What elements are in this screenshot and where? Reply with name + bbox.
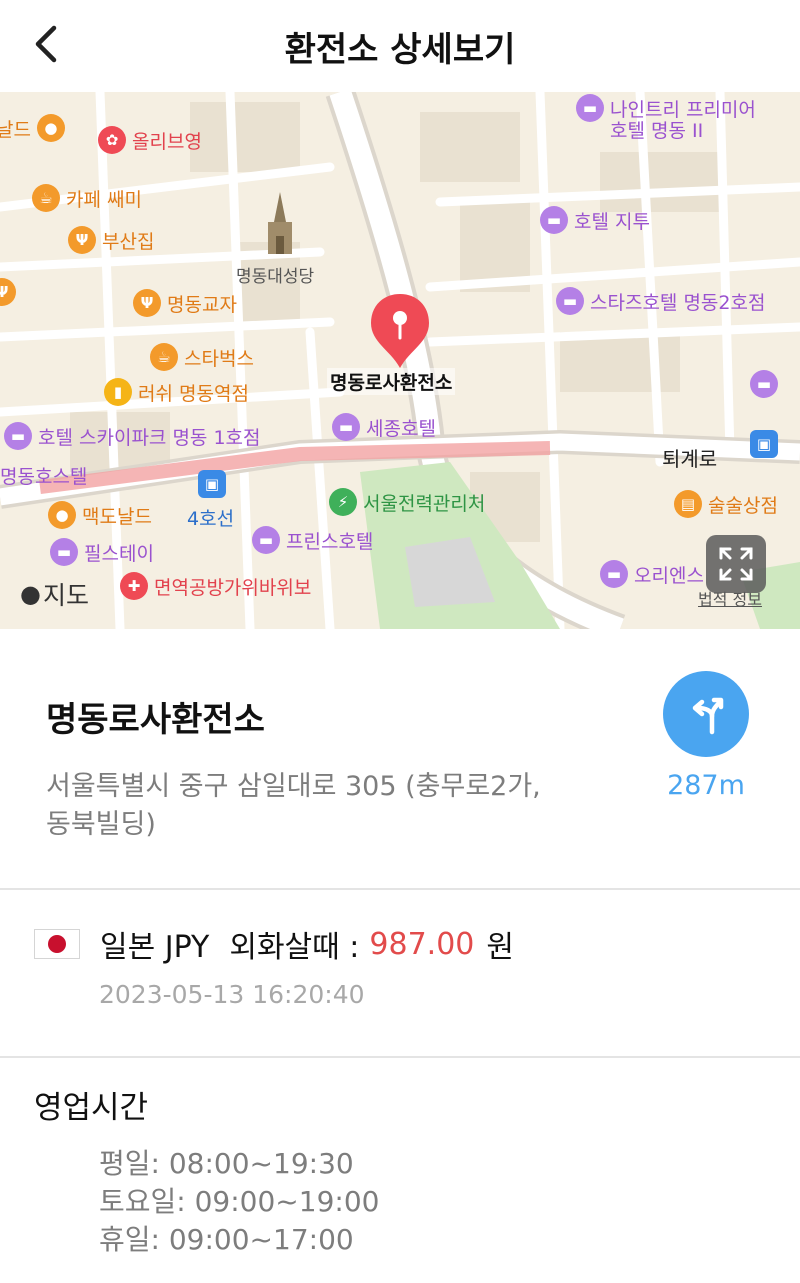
restaurant-icon: Ψ xyxy=(133,289,161,317)
poi-stars-hotel[interactable]: ▬ 스타즈호텔 명동2호점 xyxy=(556,287,765,315)
subway-line4-label: 4호선 xyxy=(187,508,235,530)
poi-ninetree-2: 호텔 명동 II xyxy=(610,120,704,142)
currency-name: 일본 JPY xyxy=(100,930,210,965)
bed-icon: ▬ xyxy=(50,538,78,566)
poi-rush[interactable]: ▮ 러쉬 명동역점 xyxy=(104,378,249,406)
bed-icon: ▬ xyxy=(600,560,628,588)
japan-flag-icon xyxy=(34,929,80,959)
apple-maps-attribution: ● 지도 xyxy=(20,580,89,610)
poi-busanjip[interactable]: Ψ 부산집 xyxy=(68,226,154,254)
subway-icon: ▣ xyxy=(198,470,226,498)
bed-icon: ▬ xyxy=(4,422,32,450)
poi-myeongdong-hostel[interactable]: 명동호스텔 xyxy=(0,462,87,489)
expand-icon xyxy=(719,547,753,581)
poi-pilstay[interactable]: ▬ 필스테이 xyxy=(50,538,154,566)
shopping-bag-icon: ▮ xyxy=(104,378,132,406)
bed-icon: ▬ xyxy=(576,94,604,122)
poi-cafe-ssami[interactable]: ☕ 카페 쌔미 xyxy=(32,184,142,212)
expand-map-button[interactable] xyxy=(706,535,766,593)
exchange-address: 서울특별시 중구 삼일대로 305 (충무로2가, 동북빌딩) xyxy=(46,771,541,840)
poi-hotel-skypark[interactable]: ▬ 호텔 스카이파크 명동 1호점 xyxy=(4,422,261,450)
bed-icon: ▬ xyxy=(556,287,584,315)
shopping-icon: ▤ xyxy=(674,490,702,518)
coffee-icon: ☕ xyxy=(150,343,178,371)
poi-clinic[interactable]: ✚ 면역공방가위바위보 xyxy=(120,572,311,600)
rate-timestamp: 2023-05-13 16:20:40 xyxy=(99,980,365,1009)
exchange-name: 명동로사환전소 xyxy=(46,700,265,740)
poi-sejong-hotel[interactable]: ▬ 세종호텔 xyxy=(332,413,436,441)
location-pin-icon[interactable] xyxy=(368,292,432,370)
poi-orient[interactable]: ▬ 오리엔스 xyxy=(600,560,704,588)
poi-seoul-power[interactable]: ⚡ 서울전력관리처 xyxy=(329,488,485,516)
poi-sulsul[interactable]: ▤ 술술상점 xyxy=(674,490,778,518)
bed-icon: ▬ xyxy=(252,526,280,554)
rate-unit: 원 xyxy=(486,930,514,965)
rate-value: 987.00 xyxy=(369,926,475,962)
bed-icon: ▬ xyxy=(540,206,568,234)
restaurant-icon: Ψ xyxy=(0,278,16,306)
shopping-icon: ✿ xyxy=(98,126,126,154)
subway-station-toegyero[interactable]: ▣ xyxy=(750,430,784,458)
distance-label: 287m xyxy=(667,770,745,801)
restaurant-icon: ● xyxy=(36,114,65,142)
poi-olive-young[interactable]: ✿ 올리브영 xyxy=(98,126,202,154)
apple-logo-icon: ● xyxy=(20,580,41,608)
divider xyxy=(0,888,800,890)
poi-left-edge[interactable]: Ψ xyxy=(0,278,22,306)
page-title: 환전소 상세보기 xyxy=(284,30,516,70)
bed-icon: ▬ xyxy=(332,413,360,441)
map-view[interactable]: 날드 ● ✿ 올리브영 ☕ 카페 쌔미 Ψ 부산집 Ψ 명동교자 ☕ 스타벅스 ▮ 러쉬 명동… xyxy=(0,92,800,629)
toegyero-label: 퇴계로 xyxy=(662,447,718,471)
directions-icon xyxy=(692,697,724,735)
poi-mcdonalds[interactable]: ● 맥도날드 xyxy=(48,501,152,529)
hours-weekday: 평일: 08:00~19:30 xyxy=(99,1147,354,1180)
header: 환전소 상세보기 xyxy=(0,0,800,92)
directions-button[interactable] xyxy=(663,671,749,757)
hours-saturday: 토요일: 09:00~19:00 xyxy=(99,1185,380,1218)
hours-holiday: 휴일: 09:00~17:00 xyxy=(99,1223,354,1256)
cathedral-label: 명동대성당 xyxy=(236,267,315,287)
rate-label: 외화살때 : xyxy=(229,930,360,965)
poi-hotel-vitu[interactable]: ▬ 호텔 지투 xyxy=(540,206,650,234)
business-hours-title: 영업시간 xyxy=(34,1090,149,1126)
poi-right-edge[interactable]: ▬ xyxy=(750,370,784,398)
divider xyxy=(0,1056,800,1058)
cathedral-icon xyxy=(268,192,292,254)
pin-label: 명동로사환전소 xyxy=(327,368,456,395)
poi-myeongdong-gyoja[interactable]: Ψ 명동교자 xyxy=(133,289,237,317)
poi-cafe[interactable]: 날드 ● xyxy=(0,114,71,142)
medical-cross-icon: ✚ xyxy=(120,572,148,600)
subway-station-line4[interactable]: ▣ xyxy=(198,470,232,498)
exchange-rate-row: 일본 JPY 외화살때 : 987.00 원 xyxy=(34,922,514,966)
power-icon: ⚡ xyxy=(329,488,357,516)
poi-starbucks[interactable]: ☕ 스타벅스 xyxy=(150,343,254,371)
coffee-icon: ☕ xyxy=(32,184,60,212)
subway-icon: ▣ xyxy=(750,430,778,458)
bed-icon: ▬ xyxy=(750,370,778,398)
poi-prince-hotel[interactable]: ▬ 프린스호텔 xyxy=(252,526,373,554)
restaurant-icon: ● xyxy=(48,501,76,529)
restaurant-icon: Ψ xyxy=(68,226,96,254)
